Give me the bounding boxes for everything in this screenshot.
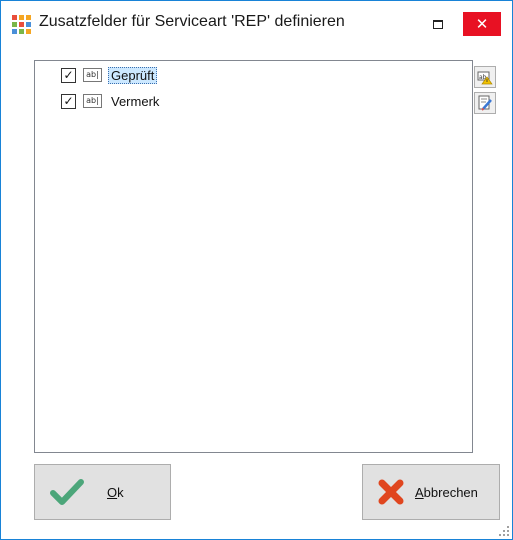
dialog-window: Zusatzfelder für Serviceart 'REP' defini… — [0, 0, 513, 540]
checkmark-icon — [50, 479, 84, 505]
window-title: Zusatzfelder für Serviceart 'REP' defini… — [39, 13, 345, 30]
text-field-type-icon: ab| — [83, 94, 102, 108]
edit-field-icon — [478, 95, 492, 111]
cancel-label: Abbrechen — [415, 484, 478, 500]
list-item-geprueft[interactable]: ✓ ab| Geprüft — [61, 65, 158, 85]
cross-icon — [378, 479, 404, 505]
checkmark-icon: ✓ — [63, 67, 74, 82]
close-icon: ✕ — [475, 16, 489, 33]
edit-field-button[interactable] — [474, 92, 496, 114]
ok-label: Ok — [107, 484, 124, 500]
resize-grip[interactable] — [499, 526, 509, 536]
close-button[interactable]: ✕ — [463, 12, 501, 36]
list-item-label[interactable]: Geprüft — [108, 66, 158, 84]
add-field-icon: ab — [477, 71, 493, 85]
checkmark-icon: ✓ — [63, 93, 74, 108]
cancel-button[interactable]: Abbrechen — [362, 464, 500, 520]
list-item-label[interactable]: Vermerk — [108, 93, 162, 110]
maximize-icon — [433, 19, 443, 29]
ok-button[interactable]: Ok — [34, 464, 171, 520]
list-item-vermerk[interactable]: ✓ ab| Vermerk — [61, 91, 162, 111]
title-bar[interactable]: Zusatzfelder für Serviceart 'REP' defini… — [1, 1, 512, 41]
checkbox-vermerk[interactable]: ✓ — [61, 93, 76, 109]
checkbox-geprueft[interactable]: ✓ — [61, 67, 76, 83]
app-grid-icon — [12, 15, 31, 34]
add-field-button[interactable]: ab — [474, 66, 496, 88]
maximize-button[interactable] — [422, 12, 454, 36]
field-list[interactable]: ✓ ab| Geprüft ✓ ab| Vermerk — [34, 60, 473, 453]
text-field-type-icon: ab| — [83, 68, 102, 82]
